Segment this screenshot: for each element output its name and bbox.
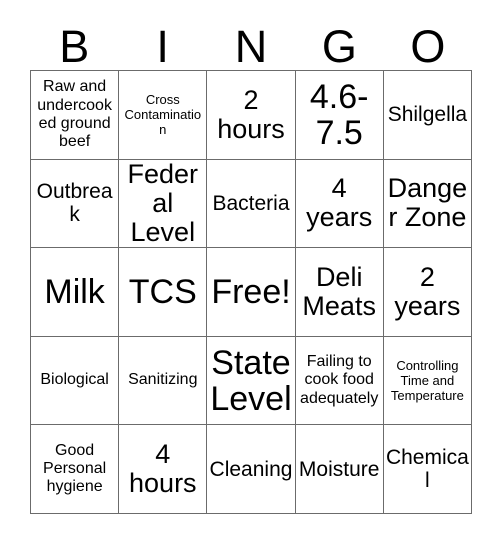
bingo-cell-label: State Level [210, 343, 292, 418]
bingo-cell-label: Shilgella [387, 103, 468, 127]
bingo-cell-label: 2 hours [217, 84, 285, 144]
bingo-cell-label: 2 years [394, 261, 461, 321]
bingo-cell-r3c5[interactable]: 2 years [383, 248, 472, 337]
bingo-header-letter-i: I [156, 21, 169, 72]
bingo-cell-label: 4.6-7.5 [309, 77, 369, 152]
bingo-cell-r1c2[interactable]: Cross Contamination [119, 71, 208, 160]
bingo-cell-label: Failing to cook food adequately [300, 353, 379, 407]
bingo-cell-r4c5[interactable]: Controlling Time and Temperature [383, 336, 472, 426]
bingo-cell-r3c2[interactable]: TCS [119, 248, 208, 337]
bingo-cell-r5c1[interactable]: Good Personal hygiene [31, 425, 120, 514]
bingo-cell-r2c4[interactable]: 4 years [295, 159, 384, 249]
bingo-cell-r2c2[interactable]: Federal Level [119, 159, 208, 249]
bingo-cell-r3c4[interactable]: Deli Meats [295, 248, 384, 337]
bingo-header-letter-o: O [410, 21, 446, 72]
bingo-free-space-label: Free! [211, 272, 291, 311]
bingo-cell-r5c2[interactable]: 4 hours [119, 425, 208, 514]
bingo-cell-free-space[interactable]: Free! [207, 248, 296, 337]
bingo-cell-label: Chemical [385, 446, 469, 493]
bingo-header-letter-g: G [321, 21, 357, 72]
bingo-cell-label: Federal Level [127, 159, 199, 247]
bingo-cell-r1c1[interactable]: Raw and undercooked ground beef [31, 71, 120, 160]
bingo-grid: Raw and undercooked ground beef Cross Co… [30, 70, 472, 514]
bingo-cell-label: Cleaning [209, 457, 293, 481]
bingo-cell-label: Bacteria [212, 191, 290, 215]
bingo-cell-label: Cross Contamination [124, 91, 202, 138]
bingo-cell-r1c4[interactable]: 4.6-7.5 [295, 71, 384, 160]
bingo-cell-label: Raw and undercooked ground beef [37, 78, 112, 151]
bingo-header-row: B I N G O [30, 16, 472, 70]
bingo-cell-r5c5[interactable]: Chemical [383, 425, 472, 514]
bingo-header-letter-b: B [59, 21, 90, 72]
bingo-cell-r4c1[interactable]: Biological [31, 336, 120, 426]
bingo-cell-label: Outbreak [36, 180, 113, 227]
bingo-cell-label: TCS [128, 272, 197, 311]
bingo-header-letter-n: N [234, 21, 268, 72]
bingo-cell-r2c5[interactable]: Danger Zone [383, 159, 472, 249]
bingo-cell-label: Moisture [298, 457, 380, 481]
bingo-cell-label: Danger Zone [387, 173, 468, 233]
bingo-cell-r4c3[interactable]: State Level [207, 336, 296, 426]
bingo-cell-r3c1[interactable]: Milk [31, 248, 120, 337]
bingo-cell-r5c3[interactable]: Cleaning [207, 425, 296, 514]
bingo-cell-label: 4 years [306, 173, 373, 233]
bingo-cell-label: Milk [44, 272, 105, 311]
bingo-cell-label: 4 hours [129, 439, 197, 499]
bingo-cell-r1c5[interactable]: Shilgella [383, 71, 472, 160]
bingo-cell-label: Deli Meats [302, 261, 376, 321]
bingo-cell-label: Controlling Time and Temperature [390, 357, 464, 404]
bingo-card: B I N G O Raw and undercooked ground bee… [0, 0, 500, 544]
bingo-cell-label: Biological [40, 371, 109, 389]
bingo-cell-label: Sanitizing [128, 371, 198, 389]
bingo-cell-r2c3[interactable]: Bacteria [207, 159, 296, 249]
bingo-cell-r4c2[interactable]: Sanitizing [119, 336, 208, 426]
bingo-cell-r5c4[interactable]: Moisture [295, 425, 384, 514]
bingo-cell-r4c4[interactable]: Failing to cook food adequately [295, 336, 384, 426]
bingo-cell-label: Good Personal hygiene [43, 441, 107, 496]
bingo-cell-r2c1[interactable]: Outbreak [31, 159, 120, 249]
bingo-cell-r1c3[interactable]: 2 hours [207, 71, 296, 160]
